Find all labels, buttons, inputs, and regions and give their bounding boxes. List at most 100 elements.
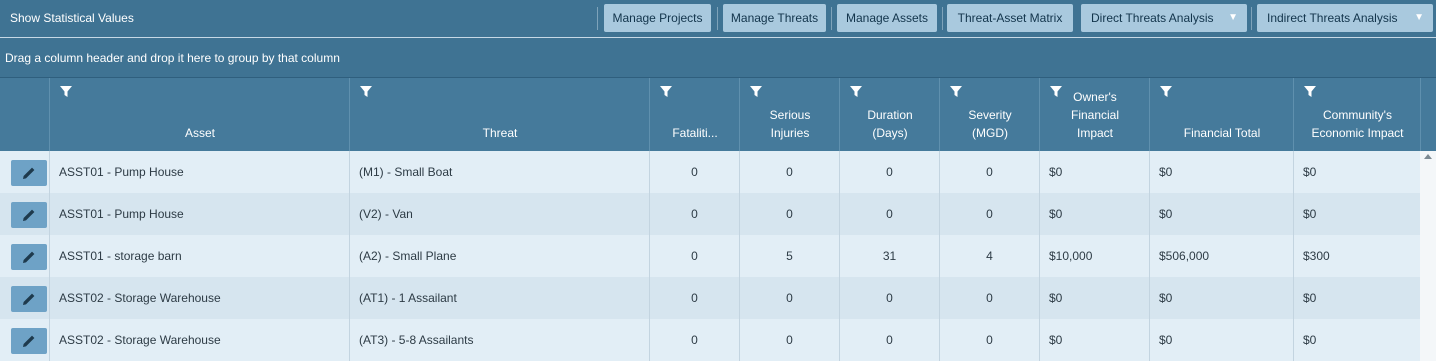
edit-cell	[0, 193, 49, 235]
vertical-scrollbar[interactable]	[1420, 151, 1436, 361]
manage-projects-label: Manage Projects	[612, 11, 703, 25]
cell-community-economic-impact: $0	[1293, 193, 1420, 235]
caret-down-icon: ▼	[1228, 12, 1238, 23]
column-header-threat[interactable]: Threat	[349, 78, 650, 152]
table-row[interactable]: ASST02 - Storage Warehouse (AT3) - 5-8 A…	[0, 319, 1420, 361]
column-title-line: Serious	[769, 108, 811, 122]
cell-asset: ASST01 - Pump House	[49, 151, 349, 193]
column-title-line: Economic Impact	[1311, 126, 1404, 140]
cell-duration: 0	[839, 151, 939, 193]
cell-asset: ASST01 - storage barn	[49, 235, 349, 277]
cell-community-economic-impact: $300	[1293, 235, 1420, 277]
pencil-icon	[23, 209, 35, 221]
threat-asset-matrix-button[interactable]: Threat-Asset Matrix	[947, 4, 1073, 32]
cell-fatalities: 0	[649, 319, 739, 361]
direct-threats-analysis-label: Direct Threats Analysis	[1091, 11, 1214, 25]
toolbar-separator	[1251, 7, 1252, 30]
filter-icon[interactable]	[1304, 86, 1316, 98]
column-header-owners-financial-impact[interactable]: Owner's Financial Impact	[1039, 78, 1150, 152]
column-title-line: Owner's	[1073, 90, 1117, 104]
show-statistical-values-toggle[interactable]: Show Statistical Values	[10, 11, 134, 25]
indirect-threats-analysis-dropdown[interactable]: Indirect Threats Analysis ▼	[1257, 4, 1433, 32]
indirect-threats-analysis-label: Indirect Threats Analysis	[1267, 11, 1398, 25]
group-drop-hint: Drag a column header and drop it here to…	[5, 51, 340, 65]
edit-cell	[0, 151, 49, 193]
manage-projects-button[interactable]: Manage Projects	[604, 4, 711, 32]
column-header-duration[interactable]: Duration (Days)	[839, 78, 940, 152]
cell-serious-injuries: 5	[739, 235, 839, 277]
cell-community-economic-impact: $0	[1293, 277, 1420, 319]
toolbar-separator	[597, 7, 598, 30]
column-title-threat: Threat	[482, 126, 518, 140]
edit-row-button[interactable]	[11, 160, 47, 186]
cell-serious-injuries: 0	[739, 319, 839, 361]
column-header-severity[interactable]: Severity (MGD)	[939, 78, 1040, 152]
column-title-duration: Duration (Days)	[840, 106, 940, 142]
header-edit-column	[0, 78, 49, 152]
column-header-fatalities[interactable]: Fataliti...	[649, 78, 740, 152]
edit-row-button[interactable]	[11, 328, 47, 354]
cell-fatalities: 0	[649, 193, 739, 235]
cell-financial-total: $0	[1149, 277, 1293, 319]
column-title-line: Injuries	[770, 126, 810, 140]
table-row[interactable]: ASST02 - Storage Warehouse (AT1) - 1 Ass…	[0, 277, 1420, 319]
cell-financial-total: $0	[1149, 319, 1293, 361]
column-header-asset[interactable]: Asset	[49, 78, 350, 152]
filter-icon[interactable]	[60, 86, 72, 98]
filter-icon[interactable]	[660, 86, 672, 98]
table-row[interactable]: ASST01 - storage barn (A2) - Small Plane…	[0, 235, 1420, 277]
scroll-up-arrow-icon[interactable]	[1424, 154, 1432, 159]
edit-cell	[0, 235, 49, 277]
column-header-serious-injuries[interactable]: Serious Injuries	[739, 78, 840, 152]
filter-icon[interactable]	[360, 86, 372, 98]
filter-icon[interactable]	[950, 86, 962, 98]
edit-row-button[interactable]	[11, 244, 47, 270]
column-title-fatalities: Fataliti...	[672, 126, 718, 140]
manage-assets-button[interactable]: Manage Assets	[837, 4, 937, 32]
manage-threats-button[interactable]: Manage Threats	[723, 4, 826, 32]
pencil-icon	[23, 251, 35, 263]
cell-threat: (M1) - Small Boat	[349, 151, 649, 193]
column-header-community-economic-impact[interactable]: Community's Economic Impact	[1293, 78, 1421, 152]
pencil-icon	[23, 293, 35, 305]
column-title-line: Financial	[1070, 108, 1120, 122]
cell-threat: (AT1) - 1 Assailant	[349, 277, 649, 319]
toolbar-separator	[717, 7, 718, 30]
cell-financial-total: $0	[1149, 151, 1293, 193]
cell-owners-financial-impact: $0	[1039, 319, 1149, 361]
edit-row-button[interactable]	[11, 286, 47, 312]
filter-icon[interactable]	[850, 86, 862, 98]
cell-duration: 0	[839, 277, 939, 319]
column-title-serious-injuries: Serious Injuries	[740, 106, 840, 142]
column-title-line: (MGD)	[972, 126, 1008, 140]
threat-asset-matrix-label: Threat-Asset Matrix	[957, 11, 1063, 25]
column-title-financial-total: Financial Total	[1183, 126, 1261, 140]
cell-asset: ASST02 - Storage Warehouse	[49, 319, 349, 361]
manage-assets-label: Manage Assets	[845, 11, 929, 25]
direct-threats-analysis-dropdown[interactable]: Direct Threats Analysis ▼	[1081, 4, 1247, 32]
column-title-line: Community's	[1323, 108, 1392, 122]
filter-icon[interactable]	[750, 86, 762, 98]
table-row[interactable]: ASST01 - Pump House (M1) - Small Boat 0 …	[0, 151, 1420, 193]
filter-icon[interactable]	[1160, 86, 1172, 98]
grid-body: ASST01 - Pump House (M1) - Small Boat 0 …	[0, 151, 1420, 361]
table-row[interactable]: ASST01 - Pump House (V2) - Van 0 0 0 0 $…	[0, 193, 1420, 235]
edit-row-button[interactable]	[11, 202, 47, 228]
cell-owners-financial-impact: $0	[1039, 193, 1149, 235]
cell-serious-injuries: 0	[739, 277, 839, 319]
cell-threat: (V2) - Van	[349, 193, 649, 235]
column-title-line: Duration	[867, 108, 913, 122]
cell-fatalities: 0	[649, 151, 739, 193]
column-title-community-economic-impact: Community's Economic Impact	[1294, 106, 1421, 142]
cell-severity: 0	[939, 151, 1039, 193]
cell-severity: 0	[939, 277, 1039, 319]
cell-asset: ASST01 - Pump House	[49, 193, 349, 235]
cell-severity: 0	[939, 193, 1039, 235]
column-title-line: (Days)	[872, 126, 908, 140]
column-header-financial-total[interactable]: Financial Total	[1149, 78, 1294, 152]
edit-cell	[0, 277, 49, 319]
cell-owners-financial-impact: $0	[1039, 277, 1149, 319]
column-title-line: Impact	[1076, 126, 1113, 140]
group-drop-zone[interactable]: Drag a column header and drop it here to…	[0, 38, 1436, 77]
cell-threat: (A2) - Small Plane	[349, 235, 649, 277]
